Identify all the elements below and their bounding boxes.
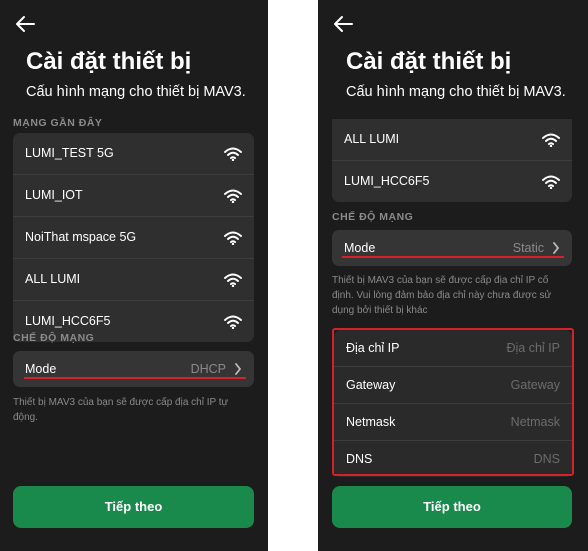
mode-selector[interactable]: Mode DHCP xyxy=(13,351,254,387)
network-item[interactable]: ALL LUMI xyxy=(332,119,572,161)
network-ssid: LUMI_HCC6F5 xyxy=(344,174,430,188)
network-ssid: LUMI_TEST 5G xyxy=(25,146,114,160)
phone-screen-static: Cài đặt thiết bị Cấu hình mạng cho thiết… xyxy=(318,0,588,551)
next-button[interactable]: Tiếp theo xyxy=(332,486,572,528)
wifi-icon xyxy=(224,315,242,329)
network-item[interactable]: NoiThat mspace 5G xyxy=(13,217,254,259)
phone-screen-dhcp: Cài đặt thiết bị Cấu hình mạng cho thiết… xyxy=(0,0,268,551)
mode-value: DHCP xyxy=(190,362,226,376)
network-list: ALL LUMI LUMI_HCC6F5 xyxy=(332,119,572,202)
back-arrow-icon[interactable] xyxy=(332,14,354,34)
network-item[interactable]: LUMI_IOT xyxy=(13,175,254,217)
network-ssid: LUMI_HCC6F5 xyxy=(25,314,111,328)
network-ssid: ALL LUMI xyxy=(25,272,81,286)
page-title: Cài đặt thiết bị xyxy=(26,48,192,75)
page-subtitle: Cấu hình mạng cho thiết bị MAV3. xyxy=(346,84,566,100)
mode-description: Thiết bị MAV3 của bạn sẽ được cấp địa ch… xyxy=(13,397,229,423)
network-ssid: LUMI_IOT xyxy=(25,188,83,202)
mode-description: Thiết bị MAV3 của bạn sẽ được cấp địa ch… xyxy=(332,275,552,316)
mode-highlight-underline xyxy=(342,256,564,258)
wifi-icon xyxy=(224,189,242,203)
page-subtitle: Cấu hình mạng cho thiết bị MAV3. xyxy=(26,84,246,100)
wifi-icon xyxy=(542,133,560,147)
mode-value: Static xyxy=(512,241,544,255)
chevron-right-icon xyxy=(235,363,242,375)
back-arrow-icon[interactable] xyxy=(14,14,36,34)
network-ssid: NoiThat mspace 5G xyxy=(25,230,137,244)
static-fields-highlight-box xyxy=(332,328,574,476)
recent-networks-header: MẠNG GẦN ĐÂY xyxy=(13,117,103,129)
network-list: LUMI_TEST 5G LUMI_IOT NoiThat mspace 5G … xyxy=(13,133,254,342)
wifi-icon xyxy=(224,231,242,245)
network-ssid: ALL LUMI xyxy=(344,132,400,146)
mode-label: Mode xyxy=(344,241,376,255)
wifi-icon xyxy=(224,147,242,161)
next-button[interactable]: Tiếp theo xyxy=(13,486,254,528)
mode-highlight-underline xyxy=(24,377,246,379)
network-mode-header: CHẾ ĐỘ MẠNG xyxy=(13,332,95,344)
wifi-icon xyxy=(224,273,242,287)
network-item[interactable]: ALL LUMI xyxy=(13,259,254,301)
network-mode-header: CHẾ ĐỘ MẠNG xyxy=(332,211,414,223)
page-title: Cài đặt thiết bị xyxy=(346,48,512,75)
network-item[interactable]: LUMI_TEST 5G xyxy=(13,133,254,175)
mode-label: Mode xyxy=(25,362,57,376)
mode-selector[interactable]: Mode Static xyxy=(332,230,572,266)
wifi-icon xyxy=(542,175,560,189)
chevron-right-icon xyxy=(553,242,560,254)
network-item[interactable]: LUMI_HCC6F5 xyxy=(332,161,572,202)
